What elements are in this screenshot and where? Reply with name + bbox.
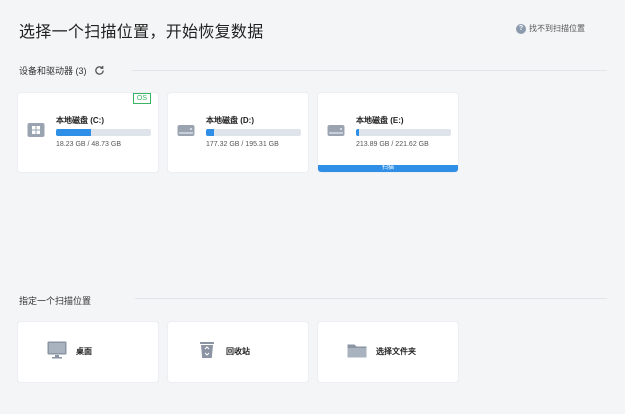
devices-section-header: 设备和驱动器 (3) bbox=[19, 64, 106, 77]
drive-name: 本地磁盘 (E:) bbox=[356, 116, 404, 125]
location-card-recycle-bin[interactable]: 回收站 bbox=[168, 322, 308, 382]
drive-name: 本地磁盘 (C:) bbox=[56, 116, 104, 125]
folder-icon bbox=[347, 341, 367, 359]
windows-drive-icon bbox=[27, 122, 45, 138]
location-name: 桌面 bbox=[76, 347, 92, 356]
drive-usage-fill bbox=[206, 129, 214, 136]
hard-drive-icon bbox=[177, 122, 195, 138]
refresh-icon[interactable] bbox=[93, 64, 106, 77]
locations-heading: 指定一个扫描位置 bbox=[19, 296, 92, 306]
devices-heading: 设备和驱动器 (3) bbox=[19, 66, 87, 76]
location-name: 回收站 bbox=[226, 347, 250, 356]
location-name: 选择文件夹 bbox=[376, 347, 416, 356]
help-link-label: 找不到扫描位置 bbox=[529, 24, 585, 33]
drive-card-d[interactable]: 本地磁盘 (D:) 177.32 GB / 195.31 GB bbox=[168, 93, 308, 172]
drive-usage-bar bbox=[56, 129, 151, 136]
location-card-select-folder[interactable]: 选择文件夹 bbox=[318, 322, 458, 382]
drive-size: 177.32 GB / 195.31 GB bbox=[206, 141, 279, 148]
section-divider bbox=[132, 70, 607, 71]
help-link[interactable]: ? 找不到扫描位置 bbox=[516, 23, 585, 34]
os-badge: OS bbox=[132, 93, 151, 104]
drive-card-e[interactable]: 本地磁盘 (E:) 213.89 GB / 221.62 GB 扫描 bbox=[318, 93, 458, 172]
recycle-bin-icon bbox=[197, 341, 217, 359]
drive-usage-bar bbox=[356, 129, 451, 136]
hard-drive-icon bbox=[327, 122, 345, 138]
locations-section-header: 指定一个扫描位置 bbox=[19, 294, 91, 307]
drive-size: 213.89 GB / 221.62 GB bbox=[356, 141, 429, 148]
location-card-desktop[interactable]: 桌面 bbox=[18, 322, 158, 382]
drive-usage-fill bbox=[356, 129, 359, 136]
scan-button[interactable]: 扫描 bbox=[318, 165, 458, 172]
drive-usage-fill bbox=[56, 129, 92, 136]
drive-size: 18.23 GB / 48.73 GB bbox=[56, 141, 121, 148]
section-divider bbox=[135, 298, 607, 299]
drive-card-c[interactable]: OS 本地磁盘 (C:) 18.23 GB / 48.73 GB bbox=[18, 93, 158, 172]
desktop-icon bbox=[47, 341, 67, 359]
drive-usage-bar bbox=[206, 129, 301, 136]
drive-name: 本地磁盘 (D:) bbox=[206, 116, 254, 125]
question-icon: ? bbox=[516, 23, 526, 34]
page-title: 选择一个扫描位置，开始恢复数据 bbox=[19, 24, 264, 41]
